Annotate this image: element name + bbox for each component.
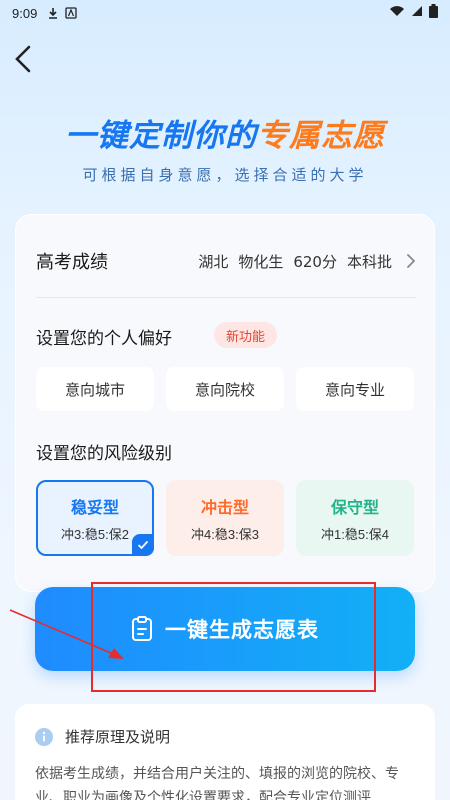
risk-title: 设置您的风险级别 <box>36 444 172 464</box>
info-title: 推荐原理及说明 <box>65 728 171 746</box>
hero-title-highlight: 专属志愿 <box>257 118 385 154</box>
pref-major-button[interactable]: 意向专业 <box>296 367 414 411</box>
pref-school-button[interactable]: 意向院校 <box>166 367 284 411</box>
score-subjects: 物化生 <box>238 252 284 271</box>
settings-card: 高考成绩 湖北 物化生 620分 本科批 设置您的个人偏好 新功能 意向城市 意… <box>15 214 435 592</box>
risk-options: 稳妥型 冲3:稳5:保2 冲击型 冲4:稳3:保3 保守型 冲1:稳5:保4 <box>36 480 414 556</box>
score-points: 620分 <box>293 252 337 271</box>
recommendation-info-card: 推荐原理及说明 依据考生成绩，并结合用户关注的、填报的浏览的院校、专业、职业为画… <box>15 704 435 800</box>
score-batch: 本科批 <box>346 252 392 271</box>
generate-button-label: 一键生成志愿表 <box>165 618 319 642</box>
risk-ratio: 冲4:稳3:保3 <box>191 526 259 542</box>
risk-stable-option[interactable]: 稳妥型 冲3:稳5:保2 <box>36 480 154 556</box>
hero-title: 一键定制你的专属志愿 <box>0 110 450 155</box>
risk-rush-option[interactable]: 冲击型 冲4:稳3:保3 <box>166 480 284 556</box>
generate-application-button[interactable]: 一键生成志愿表 <box>35 587 415 671</box>
chevron-left-icon <box>15 45 31 73</box>
risk-name: 冲击型 <box>200 497 249 517</box>
hero-title-main: 一键定制你的 <box>65 118 257 154</box>
new-feature-badge: 新功能 <box>214 322 278 348</box>
info-header: 推荐原理及说明 <box>35 726 170 747</box>
status-bar: 9:09 <box>0 0 450 26</box>
battery-icon <box>429 4 438 22</box>
app-notification-icon <box>65 7 77 19</box>
chevron-right-icon <box>406 253 416 269</box>
score-row[interactable]: 高考成绩 湖北 物化生 620分 本科批 <box>36 245 416 277</box>
hero-subtitle: 可根据自身意愿，选择合适的大学 <box>82 166 368 184</box>
risk-name: 稳妥型 <box>70 497 119 517</box>
score-info: 湖北 物化生 620分 本科批 <box>198 251 416 272</box>
check-icon <box>132 534 154 556</box>
risk-safe-option[interactable]: 保守型 冲1:稳5:保4 <box>296 480 414 556</box>
wifi-icon <box>389 5 405 21</box>
score-label: 高考成绩 <box>36 252 108 273</box>
score-province: 湖北 <box>198 252 229 271</box>
clipboard-icon <box>132 616 152 641</box>
preference-options: 意向城市 意向院校 意向专业 <box>36 367 414 411</box>
pref-city-button[interactable]: 意向城市 <box>36 367 154 411</box>
preferences-title: 设置您的个人偏好 <box>36 329 172 349</box>
divider <box>36 297 416 298</box>
info-text: 依据考生成绩，并结合用户关注的、填报的浏览的院校、专业、职业为画像及个性化设置要… <box>35 766 399 800</box>
back-button[interactable] <box>14 44 40 74</box>
risk-ratio: 冲3:稳5:保2 <box>61 526 129 542</box>
status-time: 9:09 <box>12 5 38 21</box>
download-icon <box>47 7 59 19</box>
risk-name: 保守型 <box>330 497 379 517</box>
info-icon <box>35 727 53 746</box>
signal-icon <box>411 5 423 21</box>
risk-ratio: 冲1:稳5:保4 <box>321 526 389 542</box>
